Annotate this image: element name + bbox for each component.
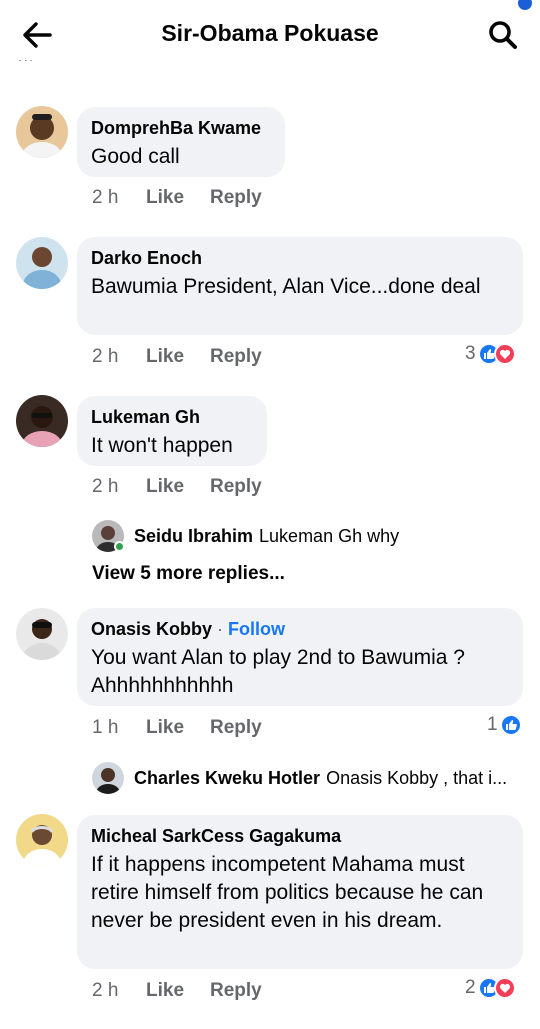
- love-reaction-icon: [493, 343, 516, 365]
- reaction-summary[interactable]: 1: [487, 714, 522, 736]
- like-button[interactable]: Like: [146, 980, 210, 1002]
- view-more-replies-link[interactable]: View 5 more replies...: [92, 563, 285, 585]
- avatar[interactable]: [16, 814, 68, 866]
- comment-bubble[interactable]: Onasis Kobby · Follow You want Alan to p…: [77, 608, 523, 706]
- page-title: Sir-Obama Pokuase: [161, 20, 379, 46]
- love-reaction-icon: [493, 977, 516, 999]
- comment-actions: 2 h Like Reply: [92, 476, 262, 498]
- reply-button[interactable]: Reply: [210, 980, 262, 1002]
- top-bar: Sir-Obama Pokuase ...: [0, 0, 540, 70]
- notification-dot: [518, 0, 532, 10]
- comment-bubble[interactable]: DomprehBa Kwame Good call: [77, 107, 285, 177]
- reaction-summary[interactable]: 3: [465, 343, 516, 365]
- comment-time: 2 h: [92, 187, 119, 208]
- avatar[interactable]: [16, 237, 68, 289]
- reply-text: Onasis Kobby , that i...: [326, 767, 508, 788]
- like-reaction-icon: [499, 714, 522, 736]
- comment-author[interactable]: Micheal SarkCess Gagakuma: [91, 825, 509, 847]
- comment-author[interactable]: Darko Enoch: [91, 247, 509, 269]
- avatar[interactable]: [16, 106, 68, 158]
- reply-preview[interactable]: Seidu Ibrahim Lukeman Gh why: [92, 520, 399, 552]
- avatar[interactable]: [92, 762, 124, 794]
- reply-preview[interactable]: Charles Kweku Hotler Onasis Kobby , that…: [92, 762, 507, 794]
- reaction-summary[interactable]: 2: [465, 977, 516, 999]
- online-status-dot: [114, 541, 125, 552]
- like-button[interactable]: Like: [146, 346, 210, 368]
- comment-time: 1 h: [92, 717, 119, 738]
- avatar[interactable]: [16, 608, 68, 660]
- comment-actions: 2 h Like Reply: [92, 346, 262, 368]
- reaction-count: 3: [465, 343, 476, 364]
- comment-bubble[interactable]: Micheal SarkCess Gagakuma If it happens …: [77, 815, 523, 969]
- reply-button[interactable]: Reply: [210, 717, 262, 739]
- comment-actions: 1 h Like Reply: [92, 717, 262, 739]
- comment-author[interactable]: DomprehBa Kwame: [91, 117, 271, 139]
- like-button[interactable]: Like: [146, 476, 210, 498]
- avatar[interactable]: [16, 395, 68, 447]
- separator: ·: [212, 619, 229, 639]
- comment-time: 2 h: [92, 476, 119, 497]
- comment-bubble[interactable]: Darko Enoch Bawumia President, Alan Vice…: [77, 237, 523, 335]
- reply-button[interactable]: Reply: [210, 187, 262, 209]
- comment-text: Bawumia President, Alan Vice...done deal: [91, 275, 481, 298]
- comment-actions: 2 h Like Reply: [92, 187, 262, 209]
- comment-actions: 2 h Like Reply: [92, 980, 262, 1002]
- reaction-count: 1: [487, 714, 498, 735]
- comment-author-name[interactable]: Onasis Kobby: [91, 619, 212, 639]
- follow-button[interactable]: Follow: [228, 619, 285, 639]
- truncated-comment-text: ...: [18, 60, 148, 70]
- reply-button[interactable]: Reply: [210, 476, 262, 498]
- reply-text: Lukeman Gh why: [259, 525, 400, 546]
- comment-text: It won't happen: [91, 434, 233, 457]
- comment-time: 2 h: [92, 346, 119, 367]
- reply-author[interactable]: Seidu Ibrahim: [134, 526, 253, 547]
- reaction-count: 2: [465, 977, 476, 998]
- comment-text: If it happens incompetent Mahama must re…: [91, 853, 484, 932]
- comment-text: Good call: [91, 145, 180, 168]
- like-button[interactable]: Like: [146, 187, 210, 209]
- reply-button[interactable]: Reply: [210, 346, 262, 368]
- comment-text: You want Alan to play 2nd to Bawumia ? A…: [91, 646, 465, 697]
- reply-author[interactable]: Charles Kweku Hotler: [134, 768, 320, 789]
- comment-author[interactable]: Lukeman Gh: [91, 406, 253, 428]
- search-icon[interactable]: [487, 19, 519, 51]
- comment-author: Onasis Kobby · Follow: [91, 618, 509, 640]
- like-button[interactable]: Like: [146, 717, 210, 739]
- comment-bubble[interactable]: Lukeman Gh It won't happen: [77, 396, 267, 466]
- comment-time: 2 h: [92, 980, 119, 1001]
